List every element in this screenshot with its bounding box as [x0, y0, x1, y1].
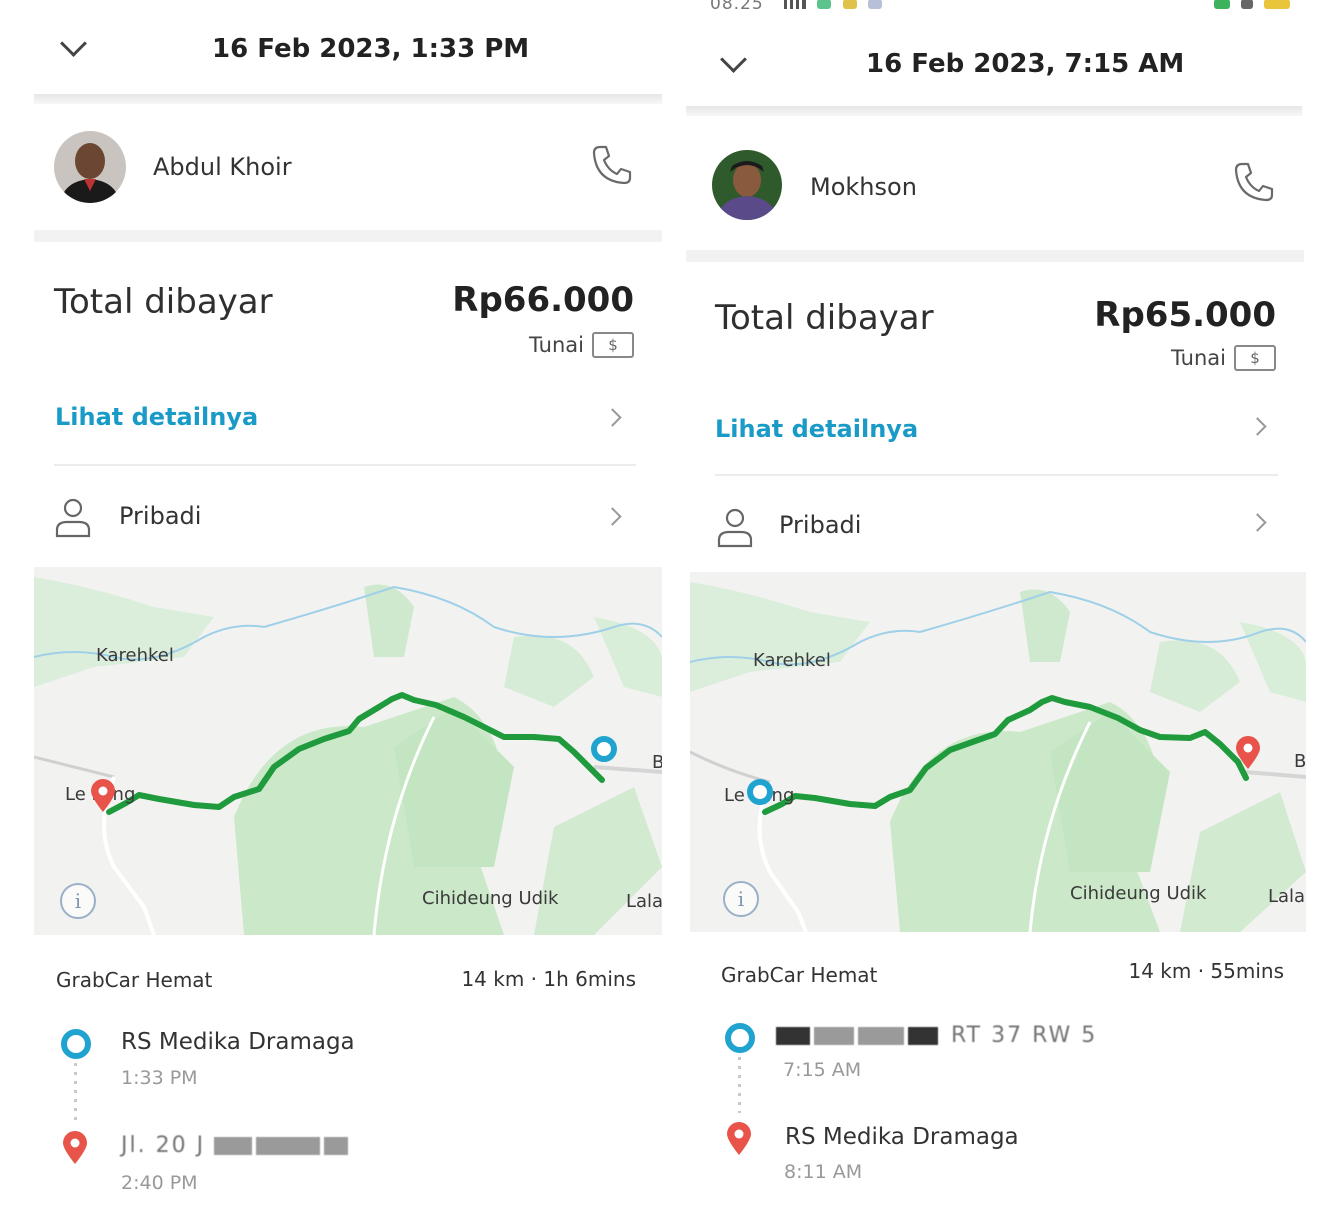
status-time: 08.25	[710, 0, 764, 14]
collapse-chevron-icon[interactable]	[720, 46, 747, 73]
route-map[interactable]: Karehkel Le liang Cihideung Udik Lala B …	[34, 567, 662, 935]
map-canvas	[34, 567, 662, 935]
chevron-right-icon[interactable]	[1248, 417, 1267, 436]
cash-icon: $	[592, 332, 634, 358]
map-label-lala: Lala	[1268, 886, 1306, 907]
signal-icon	[784, 0, 807, 9]
payment-method-label: Tunai	[529, 333, 584, 357]
driver-name: Mokhson	[810, 173, 917, 201]
pickup-time: 7:15 AM	[783, 1059, 862, 1081]
route-map[interactable]: Karehkel Le liang Cihideung Udik Lala B …	[690, 572, 1306, 932]
chevron-right-icon[interactable]	[1248, 513, 1267, 532]
shield-icon	[1213, 0, 1230, 9]
ride-receipt-right: 08.25 16 Feb 2023, 7:15 AM Mokhson Total…	[686, 0, 1306, 1222]
map-label-b: B	[652, 752, 662, 773]
phone-icon[interactable]	[1232, 160, 1276, 204]
divider	[715, 474, 1278, 476]
page-title: 16 Feb 2023, 1:33 PM	[212, 34, 530, 64]
map-canvas	[690, 572, 1306, 932]
header-divider	[686, 106, 1302, 116]
status-bar-right	[1208, 0, 1290, 13]
chevron-right-icon[interactable]	[603, 507, 622, 526]
pickup-time: 1:33 PM	[121, 1067, 198, 1089]
person-icon	[717, 508, 753, 548]
service-type: GrabCar Hemat	[56, 968, 213, 992]
map-label-b: B	[1294, 751, 1306, 772]
trip-distance-duration: 14 km · 1h 6mins	[461, 967, 636, 991]
map-label-karehkel: Karehkel	[96, 645, 174, 666]
divider	[54, 464, 636, 466]
notification-icon	[842, 0, 857, 9]
map-label-cihideung-udik: Cihideung Udik	[422, 888, 559, 909]
total-paid-label: Total dibayar	[715, 298, 934, 338]
total-amount: Rp65.000	[1094, 295, 1276, 335]
map-label-lala: Lala	[626, 891, 662, 912]
collapse-chevron-icon[interactable]	[60, 30, 87, 57]
header-divider	[34, 94, 662, 104]
route-connector	[738, 1057, 741, 1113]
cash-icon: $	[1234, 345, 1276, 371]
payment-method: Tunai $	[1171, 345, 1276, 371]
pickup-dot-icon	[725, 1023, 755, 1053]
wifi-icon	[1240, 0, 1253, 9]
map-label-cihideung-udik: Cihideung Udik	[1070, 883, 1207, 904]
page-title: 16 Feb 2023, 7:15 AM	[866, 49, 1185, 79]
profile-type[interactable]: Pribadi	[779, 511, 861, 539]
section-divider	[686, 250, 1304, 262]
pickup-location-name-redacted: RT 37 RW 5	[776, 1023, 1097, 1048]
profile-type[interactable]: Pribadi	[119, 502, 201, 530]
total-amount: Rp66.000	[452, 280, 634, 320]
service-type: GrabCar Hemat	[721, 963, 878, 987]
pickup-marker-icon	[591, 736, 617, 762]
pickup-location-name: RS Medika Dramaga	[121, 1029, 355, 1055]
info-icon[interactable]: i	[723, 881, 759, 917]
chevron-right-icon[interactable]	[603, 408, 622, 427]
payment-method: Tunai $	[529, 332, 634, 358]
dropoff-pin-icon	[1236, 736, 1260, 769]
dropoff-pin-icon	[91, 779, 115, 812]
total-paid-label: Total dibayar	[54, 282, 273, 322]
driver-avatar	[54, 131, 126, 203]
status-bar: 08.25	[710, 0, 883, 14]
info-icon[interactable]: i	[60, 883, 96, 919]
pickup-dot-icon	[61, 1029, 91, 1059]
phone-icon[interactable]	[590, 143, 634, 187]
view-details-link[interactable]: Lihat detailnya	[55, 403, 258, 431]
route-connector	[74, 1063, 77, 1121]
pickup-marker-icon	[747, 779, 773, 805]
person-icon	[55, 498, 91, 538]
notification-icon	[817, 0, 832, 9]
dropoff-pin-icon	[727, 1122, 751, 1155]
dropoff-location-name-redacted: Jl. 20 J	[121, 1133, 352, 1158]
battery-icon	[1264, 0, 1290, 9]
driver-avatar	[712, 150, 782, 220]
view-details-link[interactable]: Lihat detailnya	[715, 415, 918, 443]
dropoff-pin-icon	[63, 1131, 87, 1164]
payment-method-label: Tunai	[1171, 346, 1226, 370]
driver-name: Abdul Khoir	[153, 153, 292, 181]
trip-distance-duration: 14 km · 55mins	[1128, 959, 1284, 983]
notification-icon	[868, 0, 883, 9]
dropoff-location-name: RS Medika Dramaga	[785, 1124, 1019, 1150]
dropoff-time: 8:11 AM	[784, 1161, 863, 1183]
dropoff-time: 2:40 PM	[121, 1172, 198, 1194]
ride-receipt-left: 16 Feb 2023, 1:33 PM Abdul Khoir Total d…	[34, 0, 662, 1222]
section-divider	[34, 230, 662, 242]
map-label-karehkel: Karehkel	[753, 650, 831, 671]
